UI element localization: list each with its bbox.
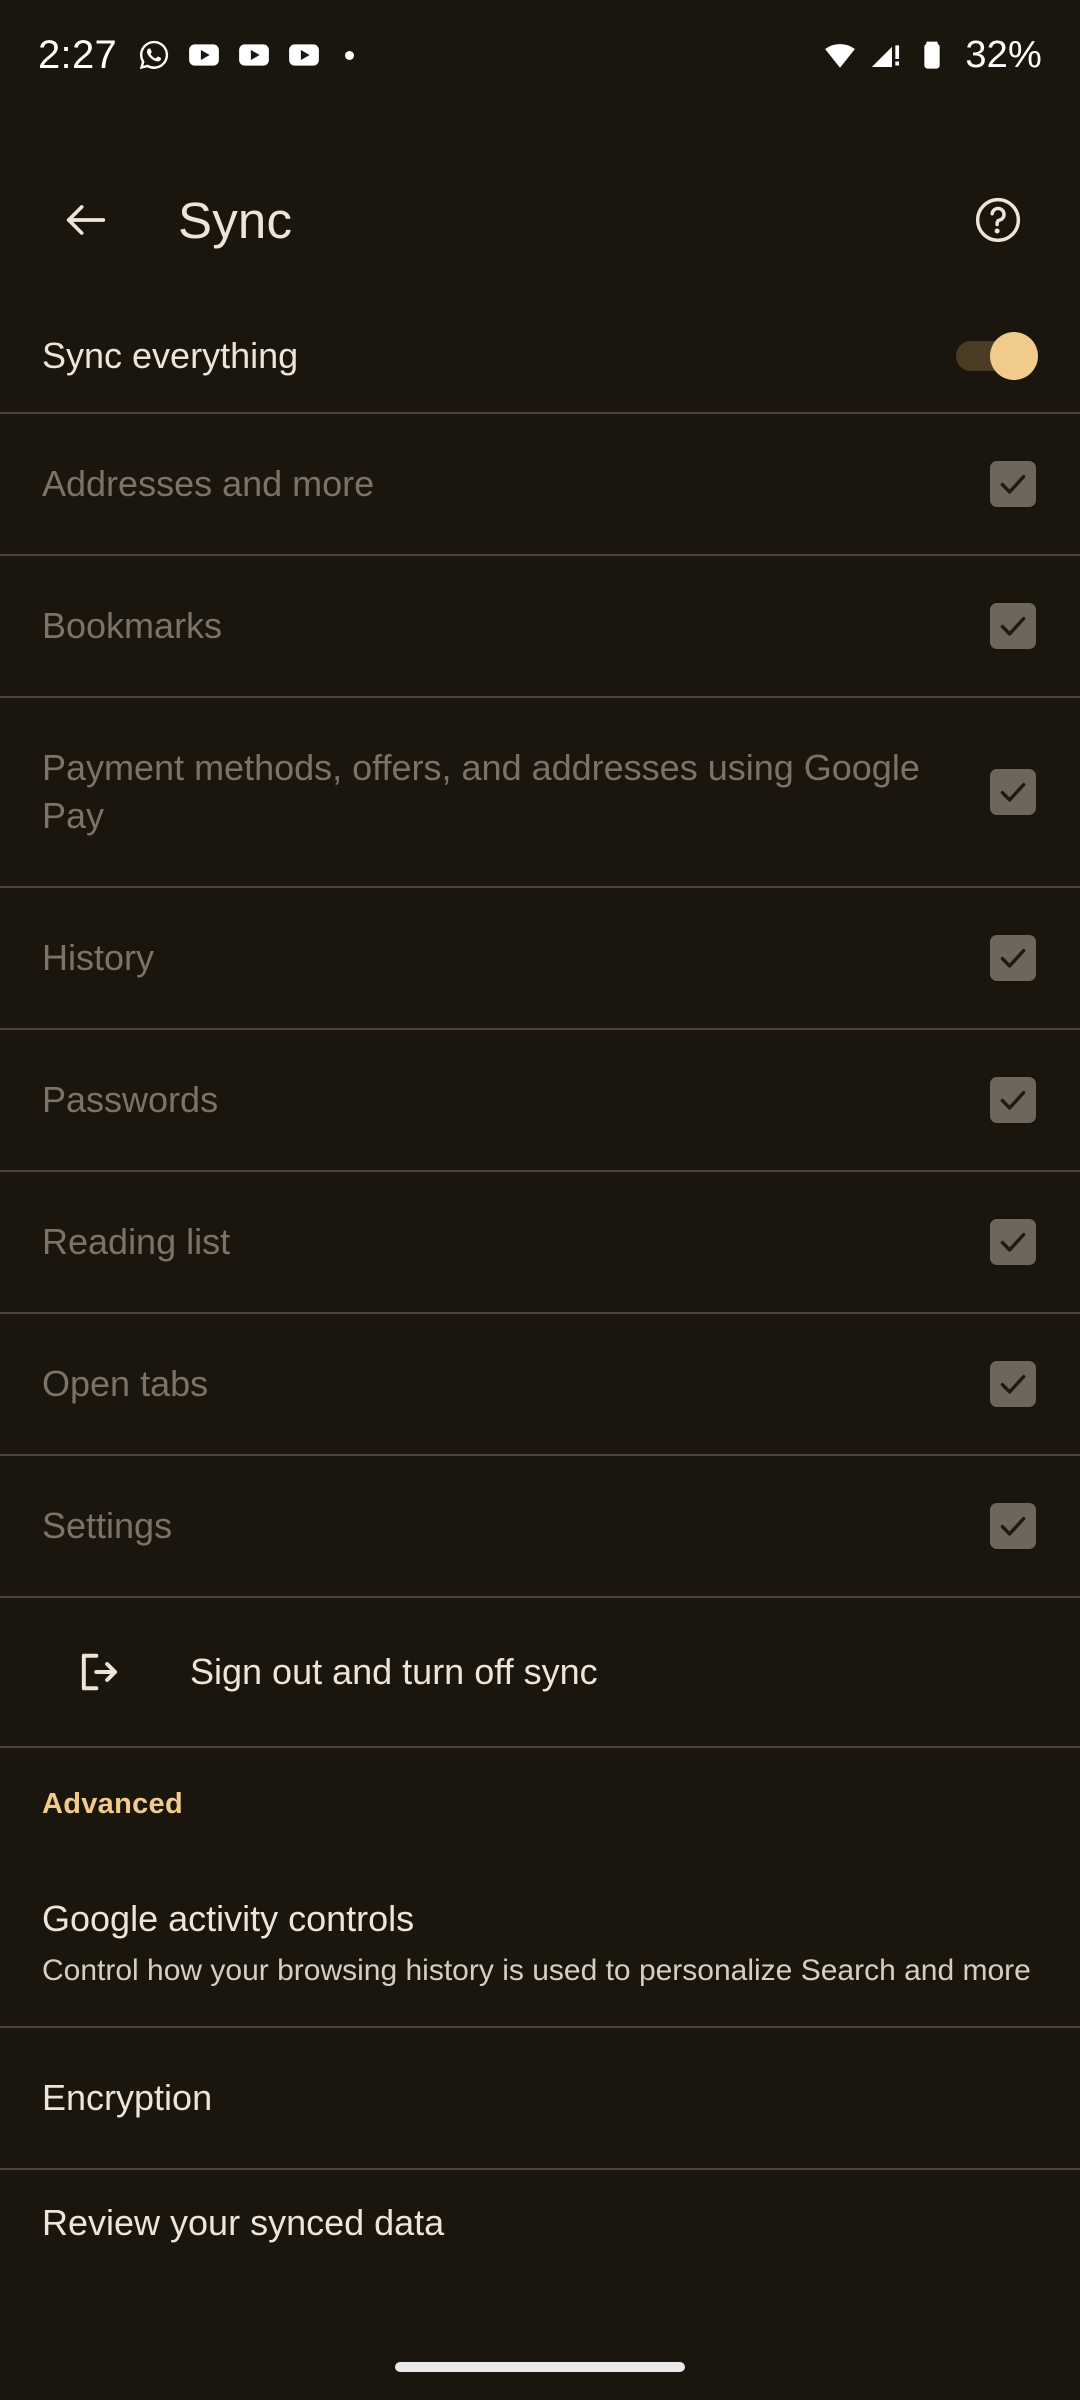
youtube-icon — [289, 44, 319, 66]
sync-datatype-row[interactable]: Payment methods, offers, and addresses u… — [0, 698, 1080, 886]
sync-datatype-label: Settings — [42, 1505, 173, 1546]
app-toolbar: Sync — [0, 140, 1080, 300]
gesture-navigation-bar — [0, 2334, 1080, 2400]
sync-datatype-row[interactable]: Open tabs — [0, 1314, 1080, 1454]
help-circle-icon — [975, 197, 1021, 243]
sync-everything-row[interactable]: Sync everything — [0, 300, 1080, 412]
sync-settings-list: Sync everything Addresses and more Bookm… — [0, 300, 1080, 2244]
sync-datatype-checkbox[interactable] — [990, 461, 1036, 507]
check-icon — [1000, 1374, 1026, 1394]
review-synced-data-row[interactable]: Review your synced data — [0, 2170, 1080, 2244]
check-icon — [1000, 474, 1026, 494]
sync-datatype-label: Bookmarks — [42, 605, 223, 646]
status-bar-clock: 2:27 — [38, 32, 118, 77]
sync-datatype-checkbox[interactable] — [990, 1361, 1036, 1407]
sync-datatype-label: Reading list — [42, 1221, 231, 1262]
sync-datatype-checkbox[interactable] — [990, 1219, 1036, 1265]
check-icon — [1000, 782, 1026, 802]
sign-out-label: Sign out and turn off sync — [190, 1651, 598, 1692]
advanced-section-label: Advanced — [42, 1787, 183, 1820]
sync-datatype-checkbox[interactable] — [990, 935, 1036, 981]
logout-icon — [72, 1646, 124, 1698]
sync-datatype-label: History — [42, 937, 155, 978]
sync-datatype-label: Payment methods, offers, and addresses u… — [42, 747, 920, 836]
sync-datatype-row[interactable]: Reading list — [0, 1172, 1080, 1312]
notification-dot-icon — [345, 50, 355, 60]
google-activity-controls-row[interactable]: Google activity controls Control how you… — [0, 1860, 1080, 2026]
sync-datatype-checkbox[interactable] — [990, 1077, 1036, 1123]
youtube-icon — [189, 44, 219, 66]
sync-datatype-row[interactable]: Passwords — [0, 1030, 1080, 1170]
page-title: Sync — [178, 191, 293, 249]
battery-icon — [924, 41, 940, 69]
sign-out-row[interactable]: Sign out and turn off sync — [0, 1598, 1080, 1746]
status-bar-right: 32% — [823, 34, 1042, 77]
sync-datatype-row[interactable]: Bookmarks — [0, 556, 1080, 696]
arrow-back-icon — [66, 205, 106, 235]
check-icon — [1000, 948, 1026, 968]
back-button[interactable] — [44, 178, 128, 262]
check-icon — [1000, 616, 1026, 636]
google-activity-controls-title: Google activity controls — [42, 1898, 415, 1939]
sync-datatype-label: Addresses and more — [42, 463, 375, 504]
sync-datatype-row[interactable]: History — [0, 888, 1080, 1028]
battery-percent-label: 32% — [965, 33, 1042, 76]
sync-datatype-label: Open tabs — [42, 1363, 209, 1404]
cellular-signal-alert-icon — [872, 45, 900, 68]
status-bar-left: 2:27 — [38, 32, 355, 78]
check-icon — [1000, 1090, 1026, 1110]
sync-datatype-label: Passwords — [42, 1079, 219, 1120]
sync-everything-label: Sync everything — [42, 335, 299, 376]
sync-datatype-checkbox[interactable] — [990, 769, 1036, 815]
check-icon — [1000, 1232, 1026, 1252]
wifi-icon — [825, 44, 856, 68]
youtube-icon — [239, 44, 269, 66]
sync-datatype-row[interactable]: Addresses and more — [0, 414, 1080, 554]
sync-datatype-checkbox[interactable] — [990, 1503, 1036, 1549]
status-bar-notification-icons — [137, 38, 355, 72]
advanced-section-header: Advanced — [0, 1748, 1080, 1860]
phone-screen: 2:27 32% Sync Sync everything Addresses … — [0, 0, 1080, 2400]
encryption-title: Encryption — [42, 2077, 213, 2118]
sync-datatype-checkbox[interactable] — [990, 603, 1036, 649]
sync-everything-toggle[interactable] — [956, 332, 1038, 380]
sync-datatype-row[interactable]: Settings — [0, 1456, 1080, 1596]
whatsapp-icon — [139, 40, 169, 70]
status-bar: 2:27 32% — [0, 0, 1080, 110]
review-synced-data-title: Review your synced data — [42, 2202, 445, 2243]
encryption-row[interactable]: Encryption — [0, 2028, 1080, 2168]
google-activity-controls-summary: Control how your browsing history is use… — [42, 1954, 1031, 1987]
logout-glyph — [81, 1653, 118, 1691]
help-button[interactable] — [956, 178, 1040, 262]
check-icon — [1000, 1516, 1026, 1536]
home-gesture-pill[interactable] — [395, 2362, 685, 2372]
toggle-thumb — [990, 332, 1038, 380]
